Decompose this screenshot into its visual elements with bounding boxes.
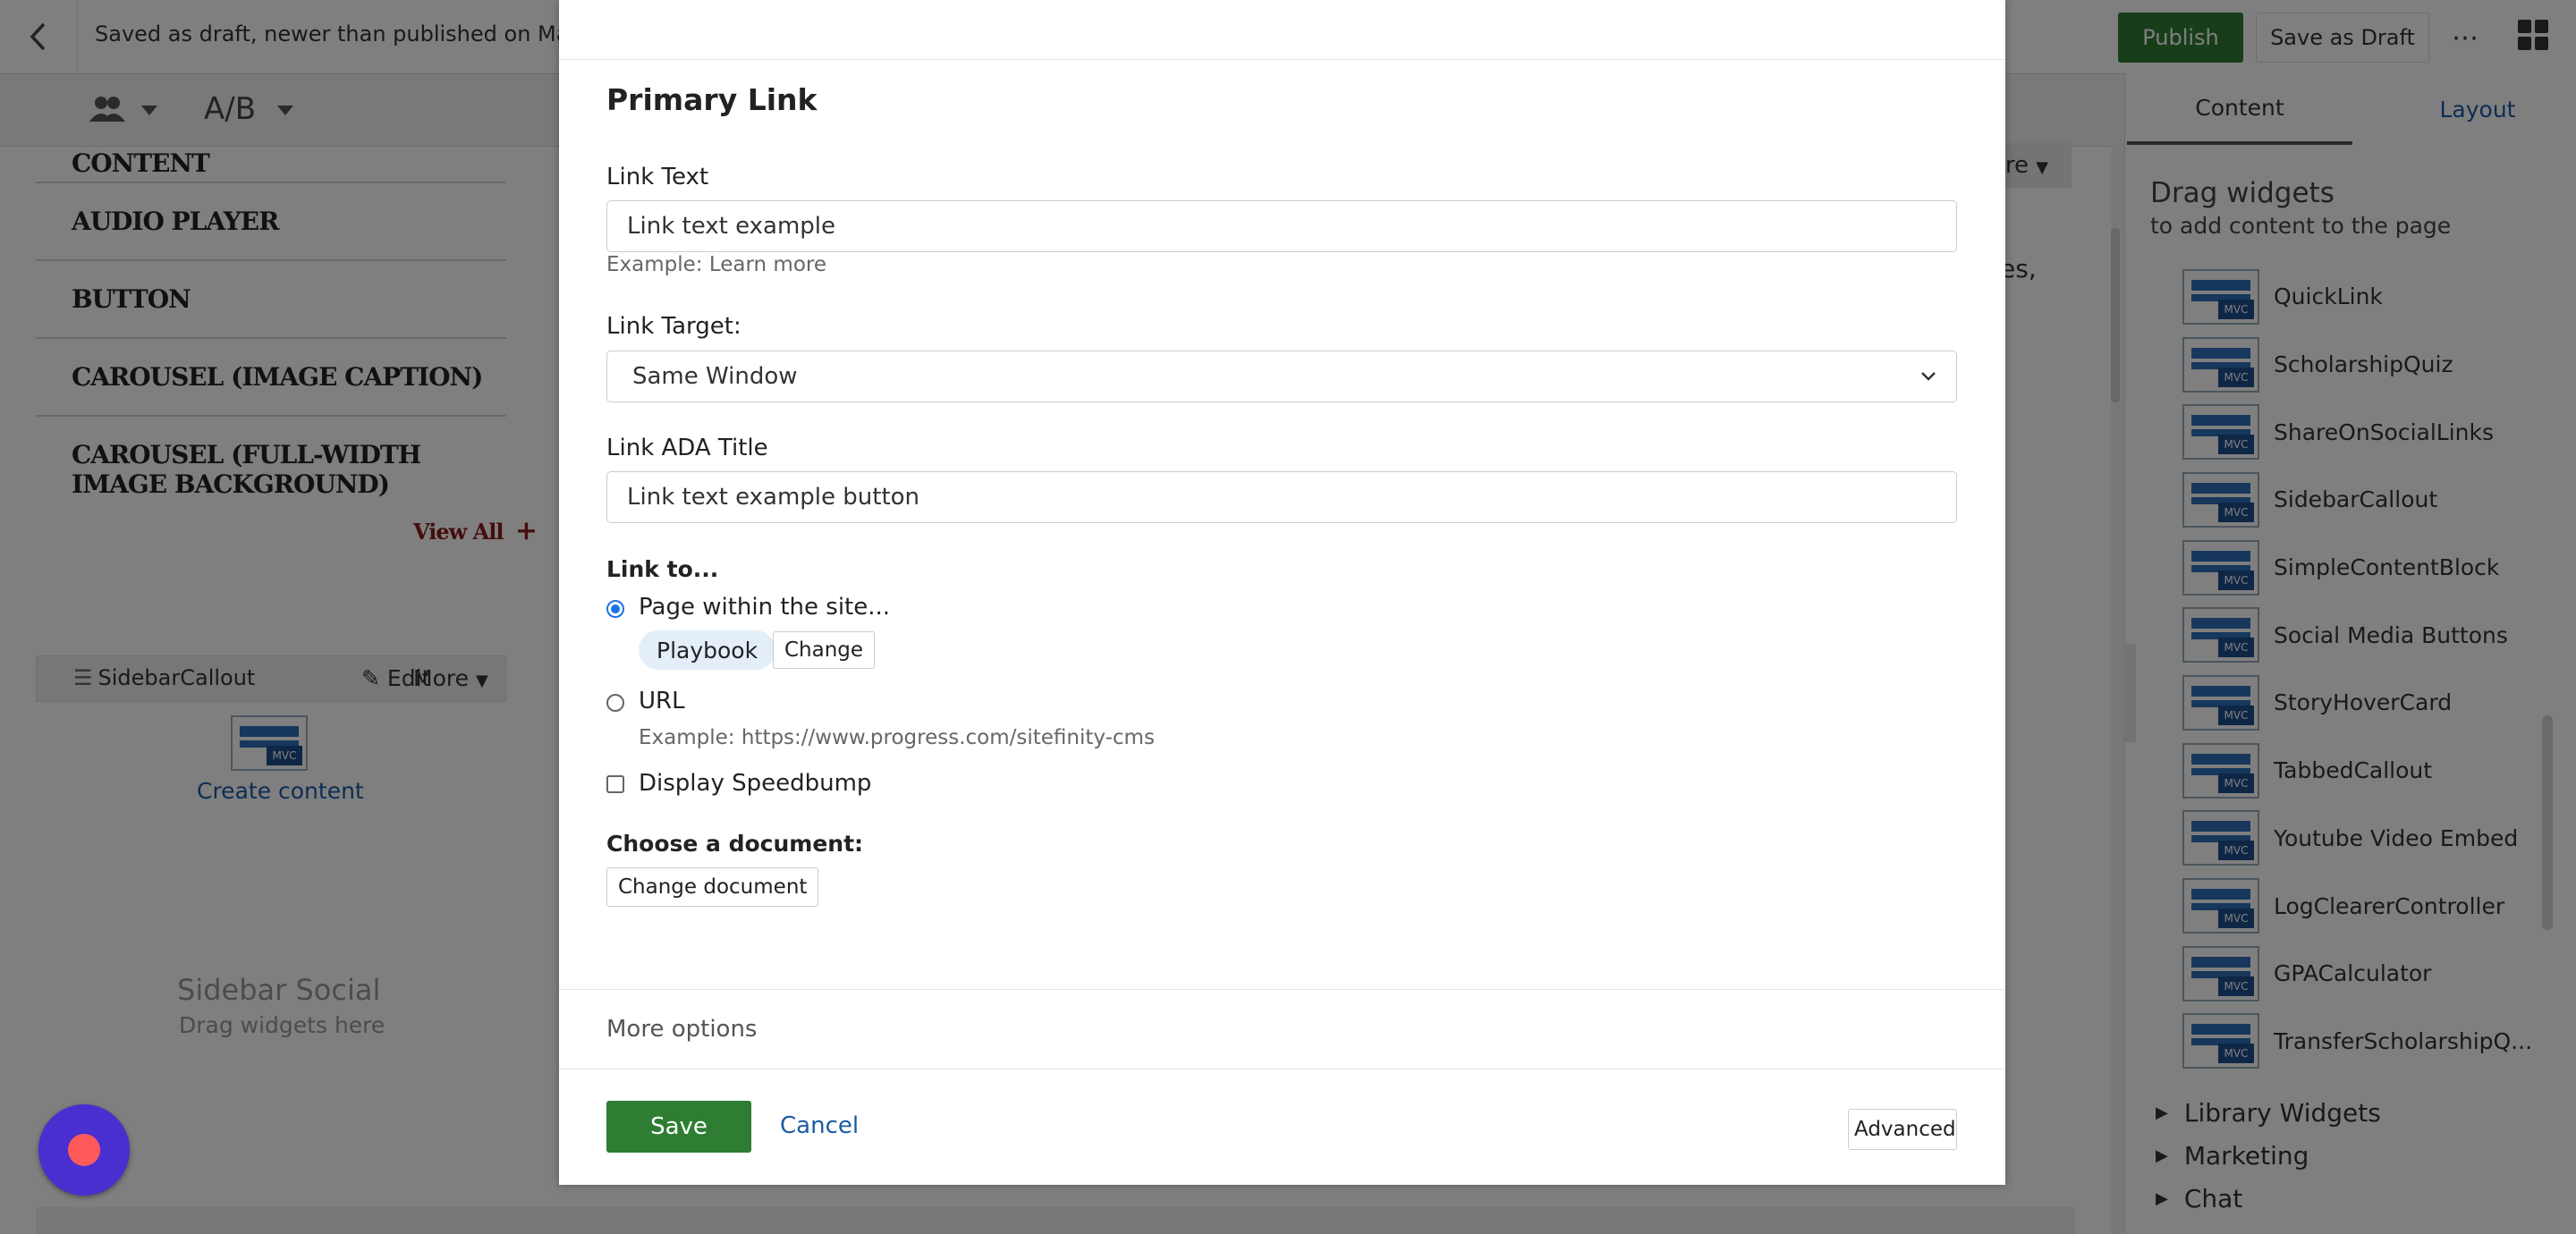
cancel-link[interactable]: Cancel [780,1112,859,1139]
link-to-label: Link to... [606,556,719,582]
dialog-title: Primary Link [606,82,818,117]
change-document-button[interactable]: Change document [606,867,819,907]
record-button[interactable] [38,1104,130,1196]
link-text-label: Link Text [606,164,709,190]
page-radio[interactable] [606,600,624,618]
divider [559,59,2005,60]
save-button[interactable]: Save [606,1101,751,1153]
speedbump-checkbox[interactable] [606,775,624,793]
ada-title-input[interactable] [606,471,1957,523]
link-text-input[interactable] [606,200,1957,252]
change-page-button[interactable]: Change [773,631,876,669]
url-radio[interactable] [606,694,624,712]
link-target-value: Same Window [632,363,798,390]
url-option-label[interactable]: URL [639,688,685,714]
speedbump-label[interactable]: Display Speedbump [639,770,871,797]
link-target-label: Link Target: [606,313,741,340]
link-text-hint: Example: Learn more [606,253,827,276]
link-target-select[interactable]: Same Window [606,351,1957,402]
selected-page-chip: Playbook [639,630,776,670]
advanced-button[interactable]: Advanced [1848,1109,1957,1150]
page-option-label[interactable]: Page within the site... [639,594,890,621]
divider [559,989,2005,990]
url-hint: Example: https://www.progress.com/sitefi… [639,726,1155,749]
chevron-down-icon [1921,372,1936,381]
more-options-toggle[interactable]: More options [606,1016,757,1043]
choose-document-label: Choose a document: [606,831,864,857]
ada-title-label: Link ADA Title [606,435,768,461]
record-dot-icon [68,1134,100,1166]
primary-link-dialog [559,0,2005,1185]
